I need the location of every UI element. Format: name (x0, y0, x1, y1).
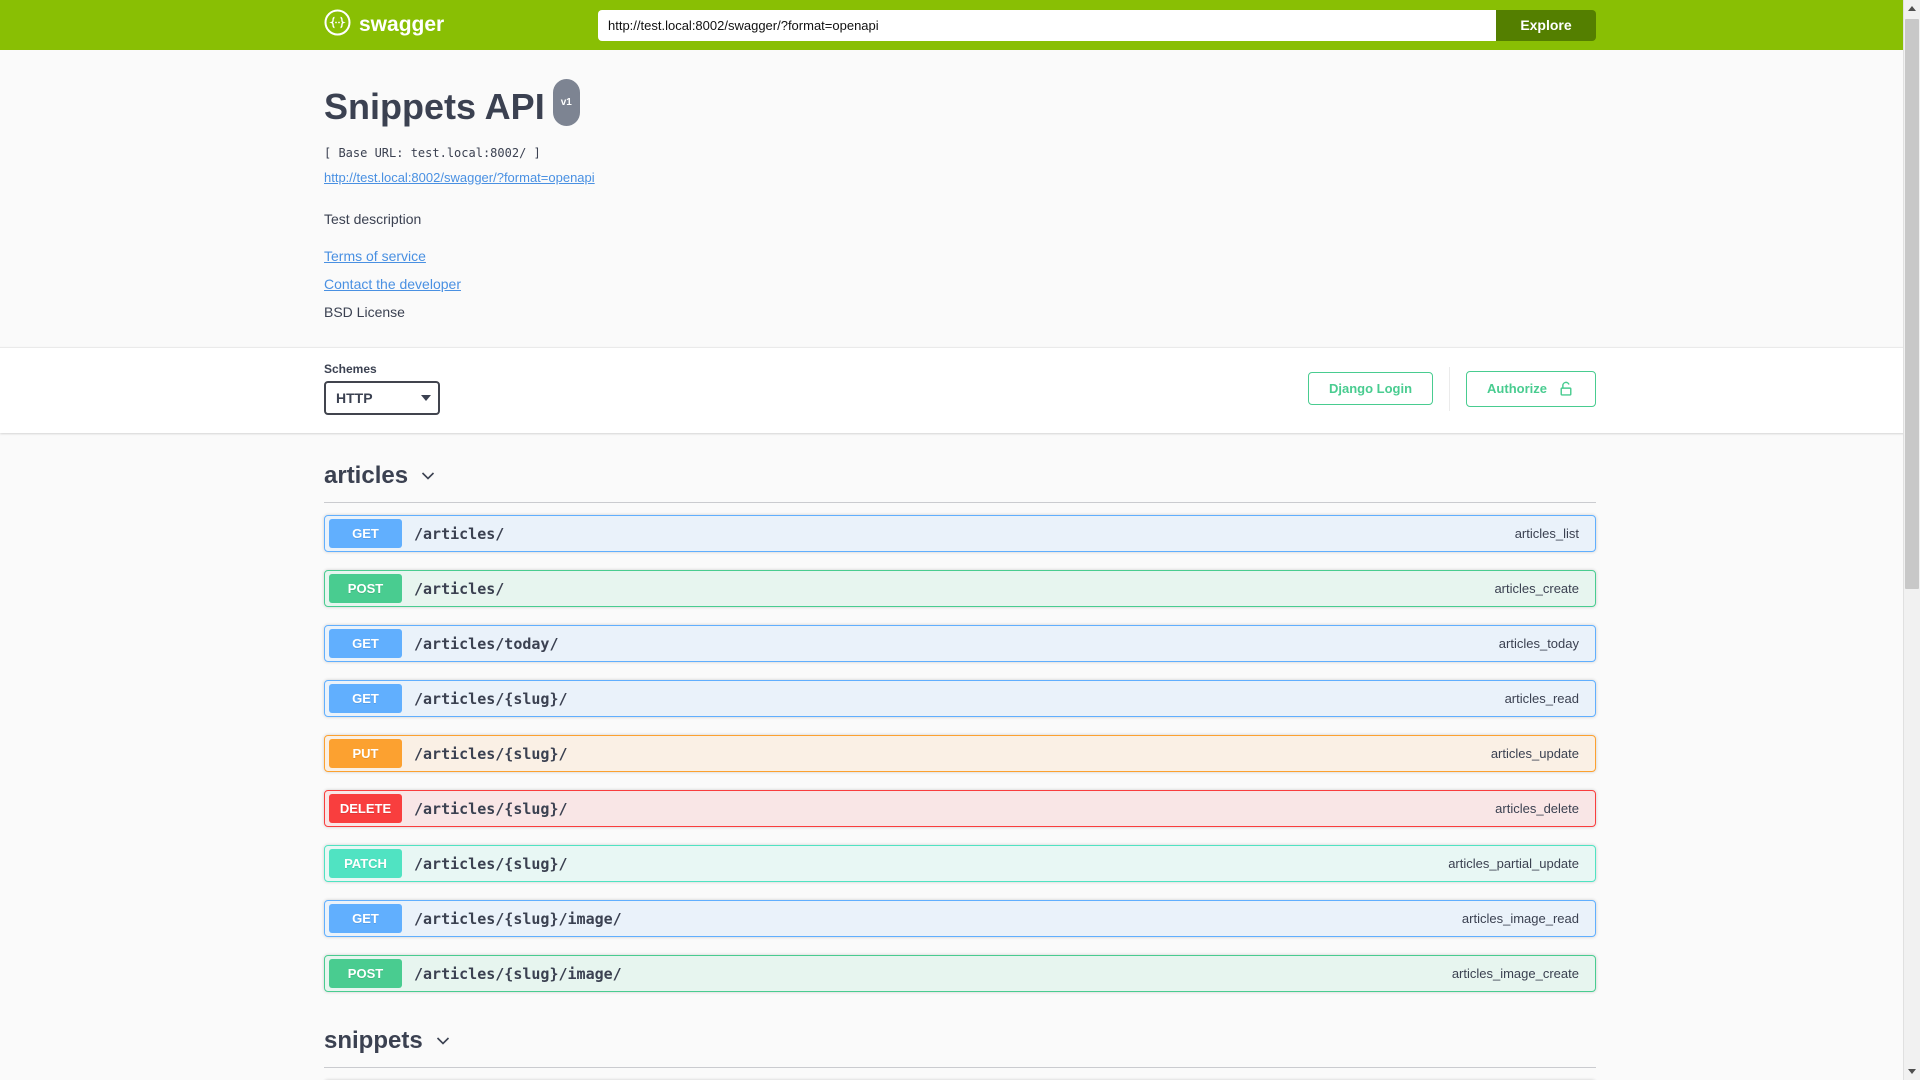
tag-title: articles (324, 462, 409, 489)
brand-label: swagger (359, 13, 445, 36)
spec-link[interactable]: http://test.local:8002/swagger/?format=o… (324, 170, 595, 185)
swagger-page: swagger Explore Snippets APIv1 [ Base UR… (0, 0, 1920, 1080)
tag-header-articles[interactable]: articles (324, 445, 1596, 503)
method-badge: DELETE (329, 794, 402, 823)
operation-id: articles_list (1514, 526, 1579, 541)
operation-row[interactable]: PATCH/articles/{slug}/ articles_partial_u… (324, 845, 1596, 882)
auth-area: Django Login Authorize (1308, 366, 1596, 411)
operation-path: /articles/{slug}/ (414, 854, 568, 873)
spec-url-input[interactable] (598, 9, 1496, 41)
authorize-button[interactable]: Authorize (1466, 370, 1596, 407)
scrollbar-thumb[interactable] (1905, 19, 1919, 589)
method-badge: POST (329, 574, 402, 603)
schemes-select[interactable]: HTTP (324, 381, 440, 415)
method-badge: POST (329, 959, 402, 988)
tag-section-articles: articles GET/articles/articles_list POST/a… (324, 445, 1596, 992)
schemes-select-wrap: HTTP (324, 381, 440, 415)
schemes-label: Schemes (324, 362, 377, 376)
operation-path: /articles/{slug}/ (414, 689, 568, 708)
topbar: swagger Explore (0, 0, 1920, 50)
chevron-down-icon (418, 466, 438, 486)
django-login-button[interactable]: Django Login (1308, 372, 1434, 405)
operation-id: articles_read (1504, 691, 1579, 706)
auth-divider (1449, 366, 1451, 411)
operation-path: /articles/ (414, 579, 505, 598)
api-title-text: Snippets API (324, 86, 545, 127)
api-description: Test description (324, 211, 422, 227)
contact-developer-link[interactable]: Contact the developer (324, 276, 461, 293)
spec-url-form: Explore (598, 9, 1596, 41)
method-badge: PATCH (329, 849, 402, 878)
license-text: BSD License (324, 304, 405, 320)
operation-list: GET/articles/articles_list POST/articles/… (324, 503, 1596, 992)
operation-id: articles_delete (1495, 801, 1579, 816)
operation-row[interactable]: POST/articles/{slug}/image/articles_imag… (324, 955, 1596, 992)
method-badge: GET (329, 519, 402, 548)
scrollbar-up-button[interactable] (1904, 0, 1920, 17)
method-badge: GET (329, 904, 402, 933)
scheme-container: Schemes HTTP Django Login Authorize (0, 347, 1920, 433)
operation-path: /articles/{slug}/ (414, 744, 568, 763)
operation-path: /articles/{slug}/ (414, 799, 568, 818)
operation-row[interactable]: GET/articles/articles_list (324, 515, 1596, 552)
api-sections: articles GET/articles/articles_list POST/a… (324, 433, 1596, 1080)
operation-path: /articles/{slug}/image/ (414, 909, 622, 928)
swagger-logo-icon (324, 9, 351, 41)
operation-id: articles_create (1494, 581, 1579, 596)
operation-row[interactable]: GET/articles/{slug}/image/articles_image… (324, 900, 1596, 937)
operation-id: articles_update (1490, 746, 1579, 761)
page-title: Snippets API v1 (324, 79, 1596, 140)
operation-id: articles_today (1498, 636, 1579, 651)
swagger-brand[interactable]: swagger (324, 9, 444, 41)
operation-row[interactable]: PUT/articles/{slug}/ articles_update (324, 735, 1596, 772)
arrow-up-icon (1908, 6, 1916, 11)
unlock-icon (1557, 380, 1575, 398)
operation-path: /articles/today/ (414, 634, 559, 653)
operation-path: /articles/ (414, 524, 505, 543)
operation-id: articles_image_create (1451, 966, 1579, 981)
terms-of-service-link[interactable]: Terms of service (324, 248, 426, 265)
tag-header-snippets[interactable]: snippets (324, 1010, 1596, 1068)
version-badge: v1 (552, 79, 580, 126)
chevron-down-icon (433, 1031, 453, 1051)
method-badge: GET (329, 629, 402, 658)
operation-id: articles_image_read (1461, 911, 1579, 926)
scrollbar-down-button[interactable] (1904, 1063, 1920, 1080)
method-badge: GET (329, 684, 402, 713)
explore-button[interactable]: Explore (1496, 9, 1596, 41)
tag-title: snippets (324, 1027, 423, 1054)
operation-row[interactable]: DELETE/articles/{slug}/ articles_delete (324, 790, 1596, 827)
operation-list: GET/snippets/snippets_list (324, 1068, 1596, 1080)
authorize-label: Authorize (1487, 381, 1547, 396)
django-login-label: Django Login (1329, 381, 1413, 396)
schemes-block: Schemes HTTP (324, 362, 440, 415)
info-section: Snippets API v1 [ Base URL: test.local:80… (0, 50, 1920, 347)
arrow-down-icon (1908, 1069, 1916, 1074)
tag-section-snippets: snippets GET/snippets/snippets_list (324, 1010, 1596, 1080)
base-url: [ Base URL: test.local:8002/ ] (324, 146, 541, 160)
method-badge: PUT (329, 739, 402, 768)
info-links: Terms of service Contact the developer B… (324, 248, 1596, 321)
operation-row[interactable]: POST/articles/articles_create (324, 570, 1596, 607)
operation-row[interactable]: GET/articles/{slug}/ articles_read (324, 680, 1596, 717)
operation-path: /articles/{slug}/image/ (414, 964, 622, 983)
vertical-scrollbar[interactable] (1903, 0, 1920, 1080)
operation-row[interactable]: GET/articles/today/articles_today (324, 625, 1596, 662)
operation-id: articles_partial_update (1448, 856, 1579, 871)
